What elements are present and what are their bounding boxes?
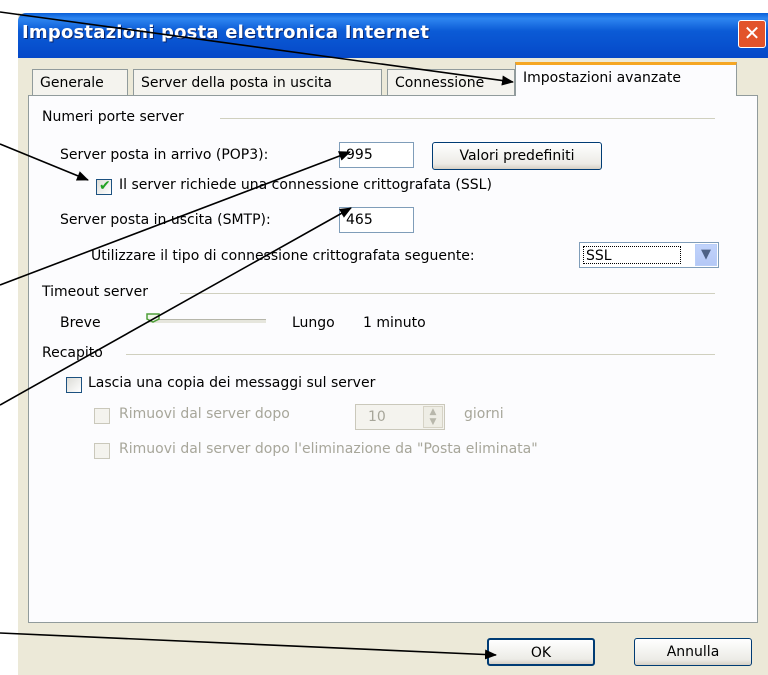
outgoing-port-input[interactable]: 465 [339, 207, 414, 233]
tab-server-posta-uscita[interactable]: Server della posta in uscita [133, 69, 382, 95]
group-divider [220, 118, 715, 119]
incoming-port-label: Server posta in arrivo (POP3): [60, 147, 269, 163]
cancel-button[interactable]: Annulla [634, 638, 752, 666]
tab-panel [28, 95, 758, 623]
outgoing-port-label: Server posta in uscita (SMTP): [60, 212, 271, 228]
timeout-long-label: Lungo [292, 315, 335, 331]
group-divider [180, 293, 715, 294]
remove-deleted-label: Rimuovi dal server dopo l'eliminazione d… [119, 441, 538, 457]
tab-connessione[interactable]: Connessione [387, 69, 515, 95]
incoming-port-input[interactable]: 995 [339, 142, 414, 168]
remove-after-checkbox[interactable] [94, 408, 110, 424]
ports-group-label: Numeri porte server [42, 109, 190, 125]
group-divider [126, 354, 715, 355]
spinner-arrows-icon[interactable]: ▲ ▼ [423, 406, 443, 428]
encryption-type-value: SSL [583, 246, 681, 264]
timeout-short-label: Breve [60, 315, 101, 331]
leave-copy-checkbox[interactable] [66, 377, 82, 393]
ssl-checkbox-label: Il server richiede una connessione critt… [119, 177, 492, 193]
delivery-group-label: Recapito [42, 345, 109, 361]
ok-button[interactable]: OK [487, 638, 595, 666]
days-unit-label: giorni [464, 406, 504, 422]
ssl-checkbox[interactable]: ✔ [96, 178, 112, 195]
days-spinner[interactable]: 10 ▲ ▼ [355, 404, 445, 430]
tab-generale[interactable]: Generale [32, 69, 128, 95]
timeout-slider-thumb[interactable] [146, 313, 160, 323]
timeout-slider-track[interactable] [148, 319, 266, 323]
encryption-type-label: Utilizzare il tipo di connessione critto… [91, 248, 475, 264]
checkmark-icon: ✔ [99, 178, 111, 194]
default-values-button[interactable]: Valori predefiniti [432, 142, 602, 170]
close-button[interactable]: ✕ [738, 20, 766, 48]
leave-copy-label: Lascia una copia dei messaggi sul server [88, 375, 376, 391]
days-value: 10 [368, 409, 386, 425]
tab-impostazioni-avanzate[interactable]: Impostazioni avanzate [515, 62, 737, 96]
dialog-title: Impostazioni posta elettronica Internet [22, 22, 430, 43]
close-icon: ✕ [743, 21, 761, 45]
chevron-down-icon[interactable]: ▼ [695, 244, 717, 266]
timeout-group-label: Timeout server [42, 284, 154, 300]
timeout-value: 1 minuto [363, 315, 426, 331]
encryption-type-select[interactable]: SSL ▼ [579, 242, 719, 268]
remove-deleted-checkbox[interactable] [94, 443, 110, 459]
remove-after-label: Rimuovi dal server dopo [119, 406, 290, 422]
